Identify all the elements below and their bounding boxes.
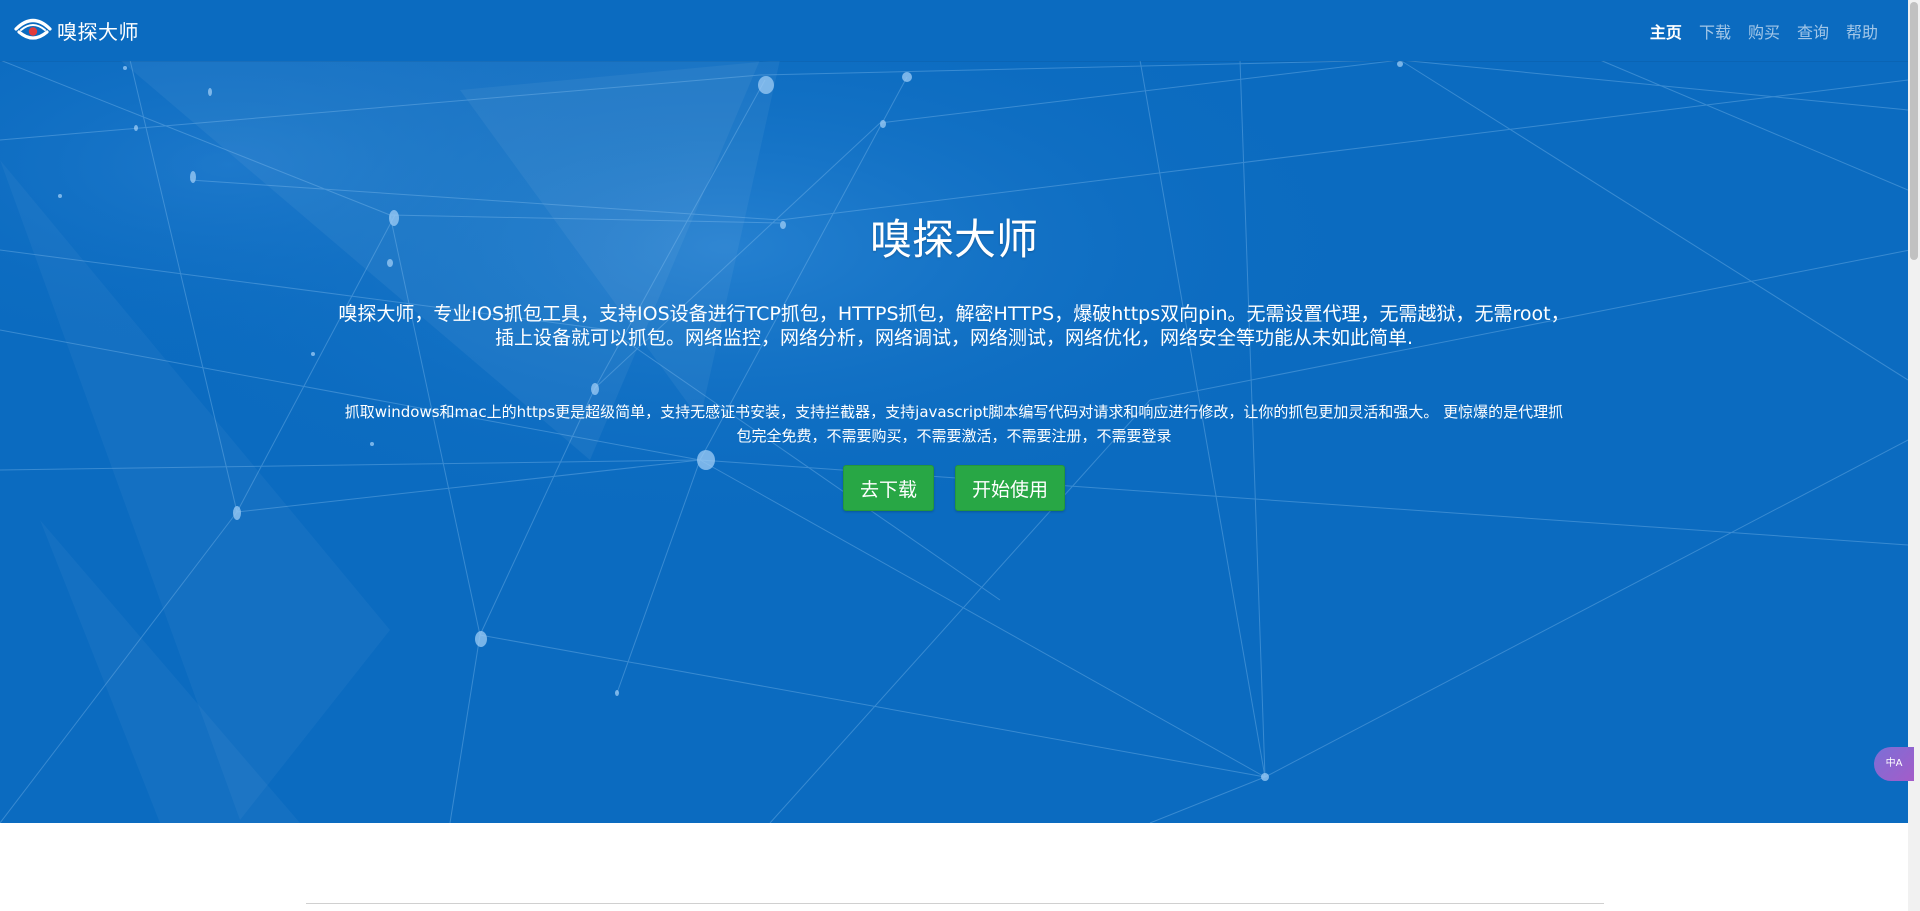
hero-sub-line2: 包完全免费，不需要购买，不需要激活，不需要注册，不需要登录 xyxy=(736,427,1172,445)
hero-content: 嗅探大师 嗅探大师，专业IOS抓包工具，支持IOS设备进行TCP抓包，HTTPS… xyxy=(0,0,1908,823)
nav-item-home[interactable]: 主页 xyxy=(1650,19,1682,43)
section-divider xyxy=(306,903,1604,904)
hero-subtext: 抓取windows和mac上的https更是超级简单，支持无感证书安装，支持拦截… xyxy=(306,400,1602,448)
start-button[interactable]: 开始使用 xyxy=(955,465,1066,511)
nav-item-buy[interactable]: 购买 xyxy=(1748,19,1780,43)
download-button[interactable]: 去下载 xyxy=(842,465,934,511)
scrollbar-thumb[interactable] xyxy=(1910,2,1918,260)
hero-title: 嗅探大师 xyxy=(869,215,1038,264)
translate-icon: 中A xyxy=(1885,758,1903,769)
hero-lead-line1: 嗅探大师，专业IOS抓包工具，支持IOS设备进行TCP抓包，HTTPS抓包，解密… xyxy=(338,303,1570,325)
brand-link[interactable]: 嗅探大师 xyxy=(14,12,139,48)
page: 嗅探大师 主页 下载 购买 查询 帮助 嗅探大师 嗅探大师，专业IOS抓包工具，… xyxy=(0,0,1920,911)
hero-sub-line1: 抓取windows和mac上的https更是超级简单，支持无感证书安装，支持拦截… xyxy=(344,403,1564,421)
hero-lead: 嗅探大师，专业IOS抓包工具，支持IOS设备进行TCP抓包，HTTPS抓包，解密… xyxy=(300,302,1608,350)
hero-section: 嗅探大师 主页 下载 购买 查询 帮助 嗅探大师 嗅探大师，专业IOS抓包工具，… xyxy=(0,0,1908,823)
main-nav: 主页 下载 购买 查询 帮助 xyxy=(1650,0,1878,61)
translate-widget[interactable]: 中A xyxy=(1874,747,1914,781)
navbar: 嗅探大师 主页 下载 购买 查询 帮助 xyxy=(0,0,1908,61)
hero-buttons: 去下载 开始使用 xyxy=(0,465,1908,511)
nav-item-help[interactable]: 帮助 xyxy=(1846,19,1878,43)
nav-item-download[interactable]: 下载 xyxy=(1699,19,1731,43)
nav-item-query[interactable]: 查询 xyxy=(1797,19,1829,43)
hero-lead-line2: 插上设备就可以抓包。网络监控，网络分析，网络调试，网络测试，网络优化，网络安全等… xyxy=(494,327,1414,349)
eye-logo-icon xyxy=(14,18,52,40)
brand-name: 嗅探大师 xyxy=(57,19,139,44)
